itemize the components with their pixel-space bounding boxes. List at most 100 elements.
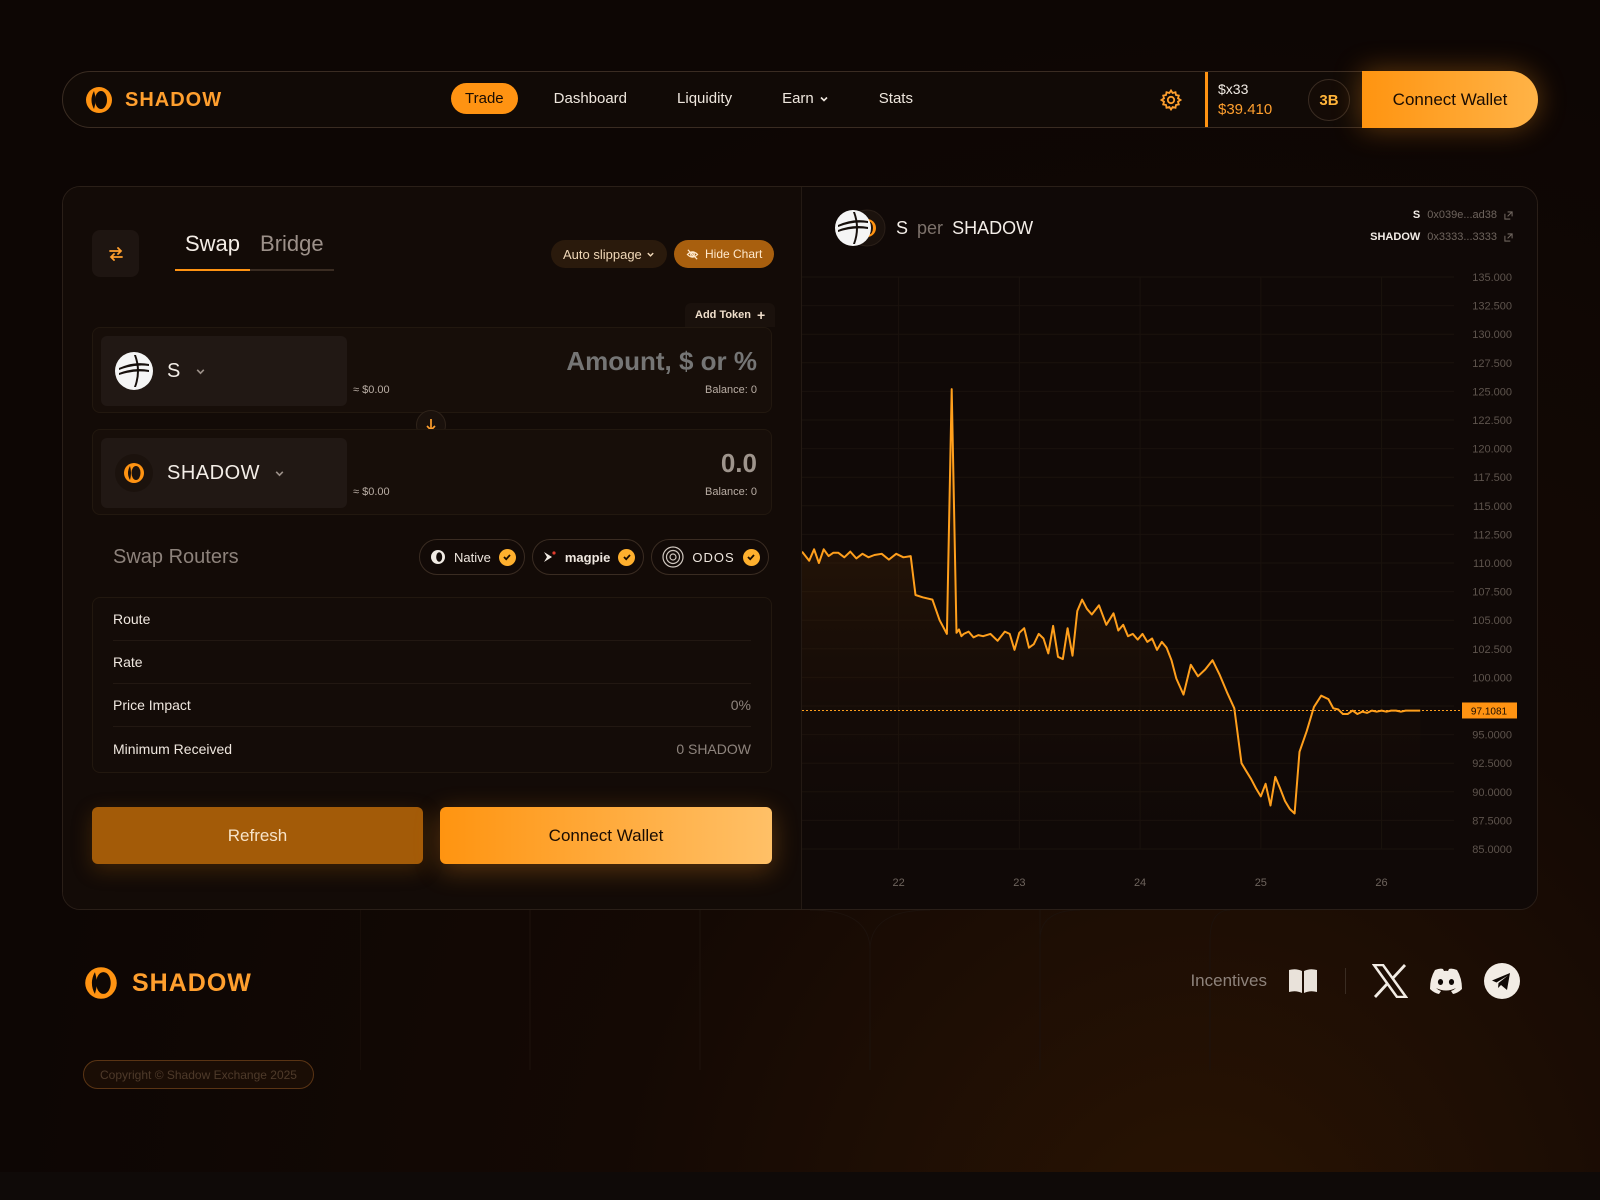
sonic-token-icon bbox=[835, 210, 871, 246]
shadow-logo-icon bbox=[85, 967, 117, 999]
y-tick-label: 85.0000 bbox=[1472, 844, 1512, 856]
external-link-icon bbox=[1504, 232, 1513, 242]
router-native[interactable]: Native bbox=[419, 539, 525, 575]
add-token-label: Add Token bbox=[695, 309, 752, 321]
refresh-button[interactable]: Refresh bbox=[92, 807, 423, 864]
external-link-icon bbox=[1504, 210, 1513, 220]
y-tick-label: 115.000 bbox=[1473, 501, 1512, 513]
nav-link-liquidity[interactable]: Liquidity bbox=[663, 83, 746, 114]
nav-link-label: Dashboard bbox=[553, 90, 628, 107]
magpie-icon bbox=[543, 551, 556, 562]
telegram-icon[interactable] bbox=[1484, 963, 1520, 999]
pair-quote: SHADOW bbox=[952, 217, 1034, 238]
nav-link-trade[interactable]: Trade bbox=[451, 83, 518, 114]
x-tick-label: 23 bbox=[1013, 877, 1025, 889]
add-token-button[interactable]: Add Token + bbox=[685, 303, 776, 327]
chevron-down-icon bbox=[820, 96, 828, 102]
from-token-row: S ≈ $0.00 Balance: 0 bbox=[92, 327, 772, 413]
y-tick-label: 110.000 bbox=[1473, 558, 1512, 570]
detail-label: Route bbox=[113, 611, 151, 627]
detail-value: 0 SHADOW bbox=[676, 740, 751, 757]
nav-link-dashboard[interactable]: Dashboard bbox=[540, 83, 641, 114]
check-icon bbox=[618, 548, 636, 566]
nav-link-label: Stats bbox=[878, 90, 913, 107]
brand-logo[interactable]: SHADOW bbox=[85, 86, 222, 114]
router-list: Native magpie ODOS bbox=[419, 539, 769, 575]
router-name: magpie bbox=[564, 549, 611, 565]
odos-icon bbox=[662, 546, 684, 568]
to-token-symbol: SHADOW bbox=[167, 461, 260, 484]
incentives-link[interactable]: Incentives bbox=[1190, 971, 1267, 991]
swap-direction-button[interactable] bbox=[92, 230, 139, 277]
address-value: 0x039e...ad38 bbox=[1427, 209, 1497, 221]
footer-divider bbox=[1345, 968, 1346, 994]
y-tick-label: 127.500 bbox=[1472, 358, 1512, 370]
y-tick-label: 130.000 bbox=[1472, 329, 1512, 341]
router-name: Native bbox=[454, 549, 491, 565]
current-price-label: 97.1081 bbox=[1471, 706, 1508, 717]
address-symbol: SHADOW bbox=[1370, 231, 1421, 243]
check-icon bbox=[498, 548, 516, 566]
brand-name: SHADOW bbox=[125, 88, 223, 111]
pair-icons bbox=[834, 209, 886, 247]
from-amount-input[interactable] bbox=[457, 346, 757, 377]
tab-bridge[interactable]: Bridge bbox=[250, 231, 334, 271]
chevron-down-icon bbox=[196, 368, 205, 374]
address-symbol: S bbox=[1412, 209, 1421, 221]
detail-value: 0% bbox=[730, 697, 751, 713]
swap-details: Route Rate Price Impact 0% Minimum Recei… bbox=[92, 597, 772, 773]
router-name: ODOS bbox=[692, 549, 735, 565]
swap-routers-title: Swap Routers bbox=[113, 546, 239, 568]
x-tick-label: 25 bbox=[1255, 877, 1267, 889]
swap-tabs: Swap Bridge bbox=[175, 231, 334, 271]
detail-label: Minimum Received bbox=[113, 740, 233, 757]
y-tick-label: 112.500 bbox=[1473, 529, 1512, 541]
settings-button[interactable] bbox=[1159, 88, 1183, 117]
nav-link-label: Liquidity bbox=[677, 90, 733, 107]
x-tick-label: 24 bbox=[1134, 877, 1146, 889]
y-tick-label: 125.000 bbox=[1472, 386, 1512, 398]
detail-row-minimum-received: Minimum Received 0 SHADOW bbox=[113, 727, 751, 770]
auto-slippage-dropdown[interactable]: Auto slippage bbox=[551, 240, 667, 268]
top-navbar: SHADOW Trade Dashboard Liquidity Earn St… bbox=[62, 71, 1538, 128]
trade-panel: Swap Bridge Auto slippage Hide Chart Add… bbox=[62, 186, 1538, 910]
connect-wallet-button[interactable]: Connect Wallet bbox=[1362, 71, 1538, 128]
detail-row-route: Route bbox=[113, 598, 751, 641]
detail-label: Rate bbox=[113, 654, 143, 670]
from-usd-value: ≈ $0.00 bbox=[353, 384, 390, 396]
from-token-selector[interactable]: S bbox=[101, 336, 347, 406]
router-magpie[interactable]: magpie bbox=[531, 539, 645, 575]
x-twitter-icon[interactable] bbox=[1372, 964, 1408, 998]
hide-chart-label: Hide Chart bbox=[705, 247, 763, 261]
copyright-badge: Copyright © Shadow Exchange 2025 bbox=[83, 1060, 314, 1089]
address-shadow[interactable]: SHADOW 0x3333...3333 bbox=[1370, 231, 1513, 243]
background-lines bbox=[360, 910, 1231, 1070]
hide-chart-button[interactable]: Hide Chart bbox=[674, 240, 775, 268]
book-icon[interactable] bbox=[1287, 967, 1319, 995]
y-tick-label: 135.000 bbox=[1472, 272, 1512, 284]
swap-panel: Swap Bridge Auto slippage Hide Chart Add… bbox=[63, 187, 801, 909]
address-s[interactable]: S 0x039e...ad38 bbox=[1413, 209, 1513, 221]
y-tick-label: 102.500 bbox=[1472, 644, 1512, 656]
footer-brand-name: SHADOW bbox=[132, 968, 252, 997]
y-tick-label: 122.500 bbox=[1472, 415, 1512, 427]
discord-icon[interactable] bbox=[1428, 967, 1464, 995]
x-tick-label: 22 bbox=[892, 877, 904, 889]
nav-link-earn[interactable]: Earn bbox=[768, 83, 843, 114]
tab-swap[interactable]: Swap bbox=[175, 231, 251, 271]
to-token-selector[interactable]: SHADOW bbox=[101, 438, 347, 508]
nav-link-label: Earn bbox=[782, 90, 814, 107]
shadow-icon bbox=[431, 550, 445, 564]
x-tick-label: 26 bbox=[1375, 877, 1387, 889]
nav-links: Trade Dashboard Liquidity Earn Stats bbox=[451, 83, 949, 114]
shadow-token-icon bbox=[115, 454, 153, 492]
x33-badge[interactable]: 3B bbox=[1308, 79, 1350, 121]
footer-brand[interactable]: SHADOW bbox=[84, 966, 252, 1000]
y-tick-label: 120.000 bbox=[1472, 444, 1512, 456]
router-odos[interactable]: ODOS bbox=[651, 539, 769, 575]
token-balance: $x33 $39.410 bbox=[1205, 72, 1272, 127]
bottom-strip bbox=[0, 1172, 1600, 1200]
nav-link-stats[interactable]: Stats bbox=[865, 83, 927, 114]
connect-wallet-main-button[interactable]: Connect Wallet bbox=[440, 807, 772, 864]
chart-header: S per SHADOW bbox=[834, 209, 1033, 247]
